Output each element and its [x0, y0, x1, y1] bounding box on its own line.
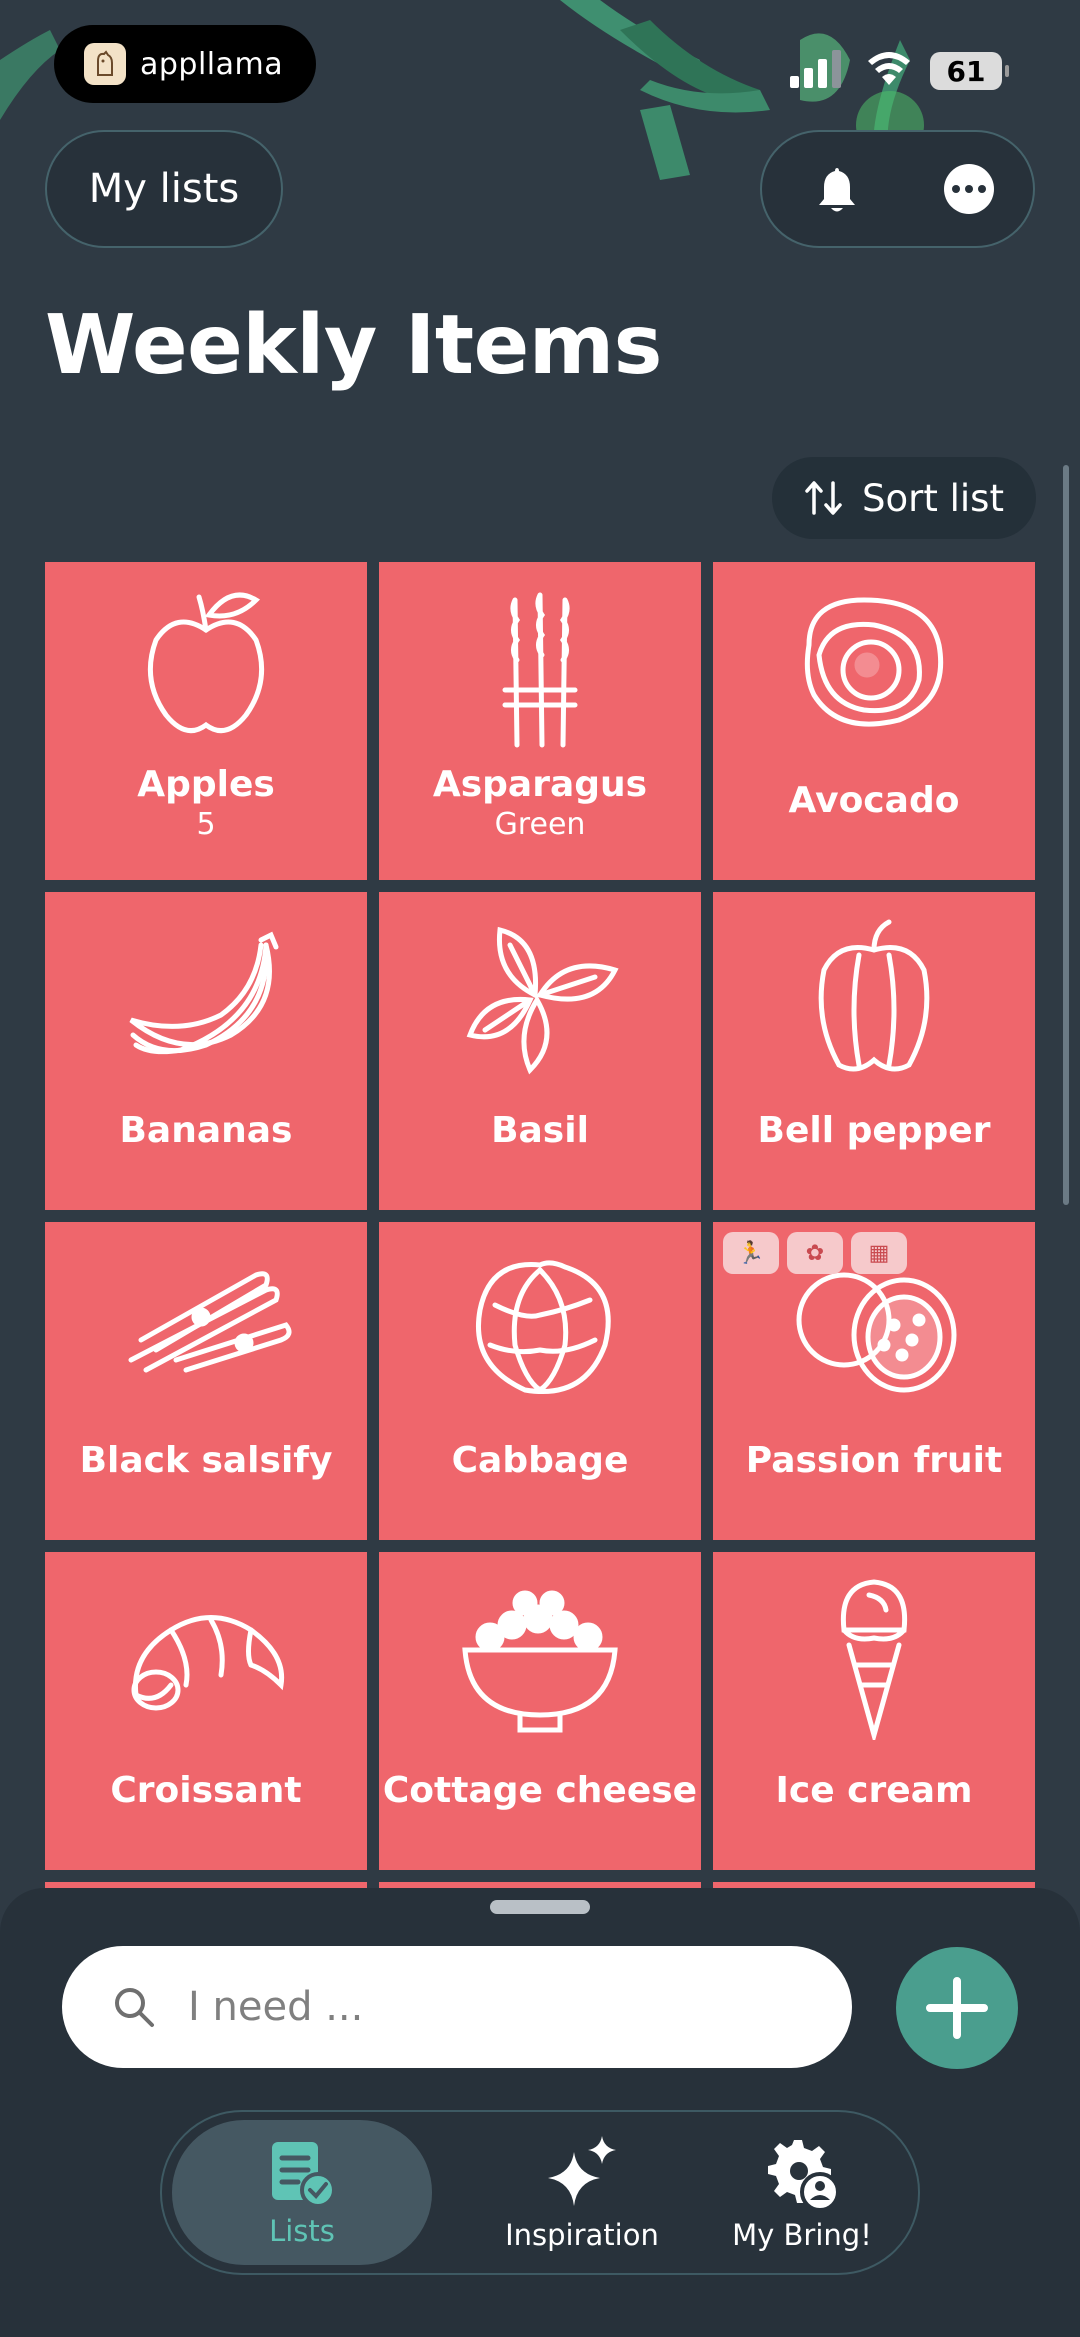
item-tile-cottage-cheese[interactable]: Cottage cheese [379, 1552, 701, 1870]
item-name: Passion fruit [745, 1440, 1003, 1481]
item-tile-cabbage[interactable]: Cabbage [379, 1222, 701, 1540]
status-bar: appllama 61 [0, 0, 1080, 110]
page-title: Weekly Items [45, 298, 662, 393]
bell-icon[interactable] [814, 165, 860, 215]
item-tile-basil[interactable]: Basil [379, 892, 701, 1210]
sheet-grab-handle[interactable] [490, 1900, 590, 1914]
item-name: Avocado [788, 780, 960, 821]
banana-icon [106, 900, 306, 1090]
item-specification: 5 [196, 807, 216, 842]
cottage-cheese-icon [440, 1560, 640, 1750]
search-icon [115, 1988, 154, 2027]
sparkles-icon [548, 2135, 616, 2206]
asparagus-icon [440, 570, 640, 760]
building-icon: ▦ [851, 1232, 907, 1274]
item-tile-black-salsify[interactable]: Black salsify [45, 1222, 367, 1540]
item-name: Asparagus [432, 764, 648, 805]
sort-arrows-icon [805, 481, 842, 515]
item-name: Bananas [119, 1110, 293, 1151]
nav-tab-inspiration[interactable]: Inspiration [462, 2112, 702, 2273]
signal-icon [790, 50, 841, 88]
bottom-navigation: Lists Inspiration My Bring! [160, 2110, 920, 2275]
scrollbar[interactable] [1063, 465, 1069, 1205]
avocado-icon [774, 570, 974, 760]
item-name: Apples [137, 764, 275, 805]
item-name: Black salsify [79, 1440, 333, 1481]
nav-label-my-bring: My Bring! [732, 2217, 872, 2252]
item-name: Basil [491, 1110, 589, 1151]
item-badges: 🏃 ✿ ▦ [723, 1232, 907, 1274]
item-tile-bananas[interactable]: Bananas [45, 892, 367, 1210]
item-name: Bell pepper [757, 1110, 991, 1151]
apple-icon [106, 570, 306, 760]
nav-label-lists: Lists [269, 2213, 335, 2248]
my-lists-button[interactable]: My lists [45, 130, 283, 248]
item-tile-apples[interactable]: Apples 5 [45, 562, 367, 880]
nav-tab-my-bring[interactable]: My Bring! [682, 2112, 922, 2273]
more-options-icon[interactable] [944, 164, 994, 214]
item-tile-asparagus[interactable]: Asparagus Green [379, 562, 701, 880]
header-actions [760, 130, 1035, 248]
app-name: appllama [140, 46, 284, 82]
basil-icon [440, 900, 640, 1090]
croissant-icon [106, 1560, 306, 1750]
item-tile-bell-pepper[interactable]: Bell pepper [713, 892, 1035, 1210]
nav-tab-lists[interactable]: Lists [172, 2120, 432, 2265]
settings-user-icon [768, 2139, 840, 2212]
wifi-icon [868, 52, 910, 85]
item-name: Ice cream [775, 1770, 973, 1811]
nav-label-inspiration: Inspiration [505, 2217, 659, 2252]
add-item-button[interactable] [896, 1947, 1018, 2069]
item-name: Cabbage [451, 1440, 629, 1481]
salsify-icon [106, 1230, 306, 1420]
cabbage-icon [440, 1230, 640, 1420]
item-tile-passion-fruit[interactable]: 🏃 ✿ ▦ Passion fruit [713, 1222, 1035, 1540]
search-bar[interactable] [62, 1946, 852, 2068]
sort-list-button[interactable]: Sort list [772, 457, 1036, 539]
item-specification: Green [494, 807, 586, 842]
item-tile-ice-cream[interactable]: Ice cream [713, 1552, 1035, 1870]
item-name: Croissant [110, 1770, 302, 1811]
list-check-icon [272, 2141, 336, 2208]
item-tile-croissant[interactable]: Croissant [45, 1552, 367, 1870]
plus-icon [926, 1977, 988, 2039]
item-tile-avocado[interactable]: Avocado [713, 562, 1035, 880]
running-icon: 🏃 [723, 1232, 779, 1274]
ice-cream-icon [774, 1560, 974, 1750]
sort-list-label: Sort list [862, 476, 1004, 520]
search-input[interactable] [186, 1983, 750, 2031]
pattern-icon: ✿ [787, 1232, 843, 1274]
llama-logo-icon [84, 43, 126, 85]
battery-indicator: 61 [930, 52, 1009, 90]
item-name: Cottage cheese [382, 1770, 698, 1811]
screen-recorder-pill: appllama [54, 25, 316, 103]
bell-pepper-icon [774, 900, 974, 1090]
